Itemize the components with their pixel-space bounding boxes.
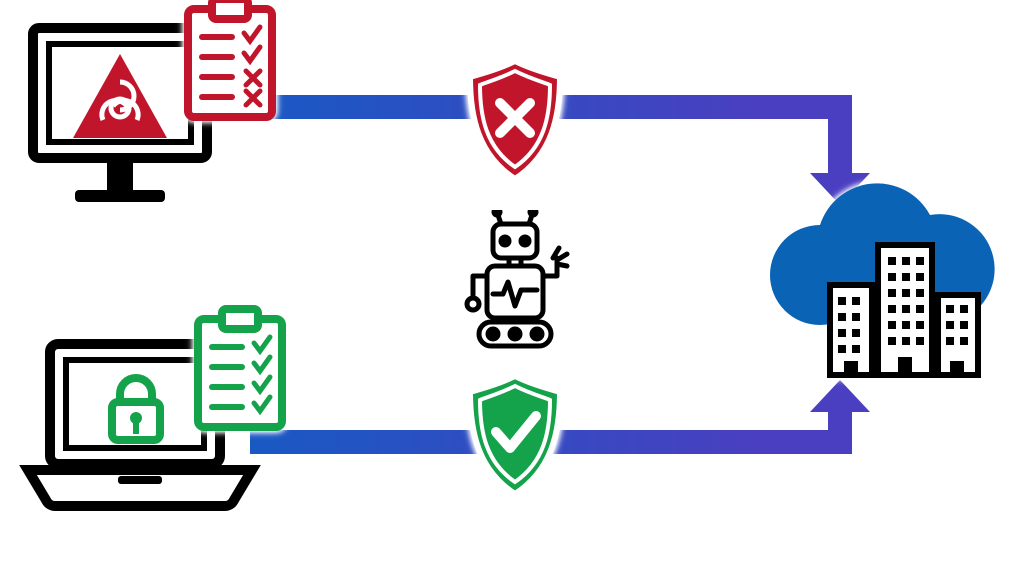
clipboard-fail-icon — [180, 0, 280, 125]
robot-icon — [445, 210, 585, 360]
shield-allowed-icon — [460, 370, 570, 500]
cloud-tenant-icon — [760, 175, 1020, 395]
compliance-diagram — [0, 0, 1024, 578]
clipboard-pass-icon — [190, 305, 290, 435]
shield-blocked-icon — [460, 55, 570, 185]
flow-arrow-bottom — [250, 380, 900, 490]
